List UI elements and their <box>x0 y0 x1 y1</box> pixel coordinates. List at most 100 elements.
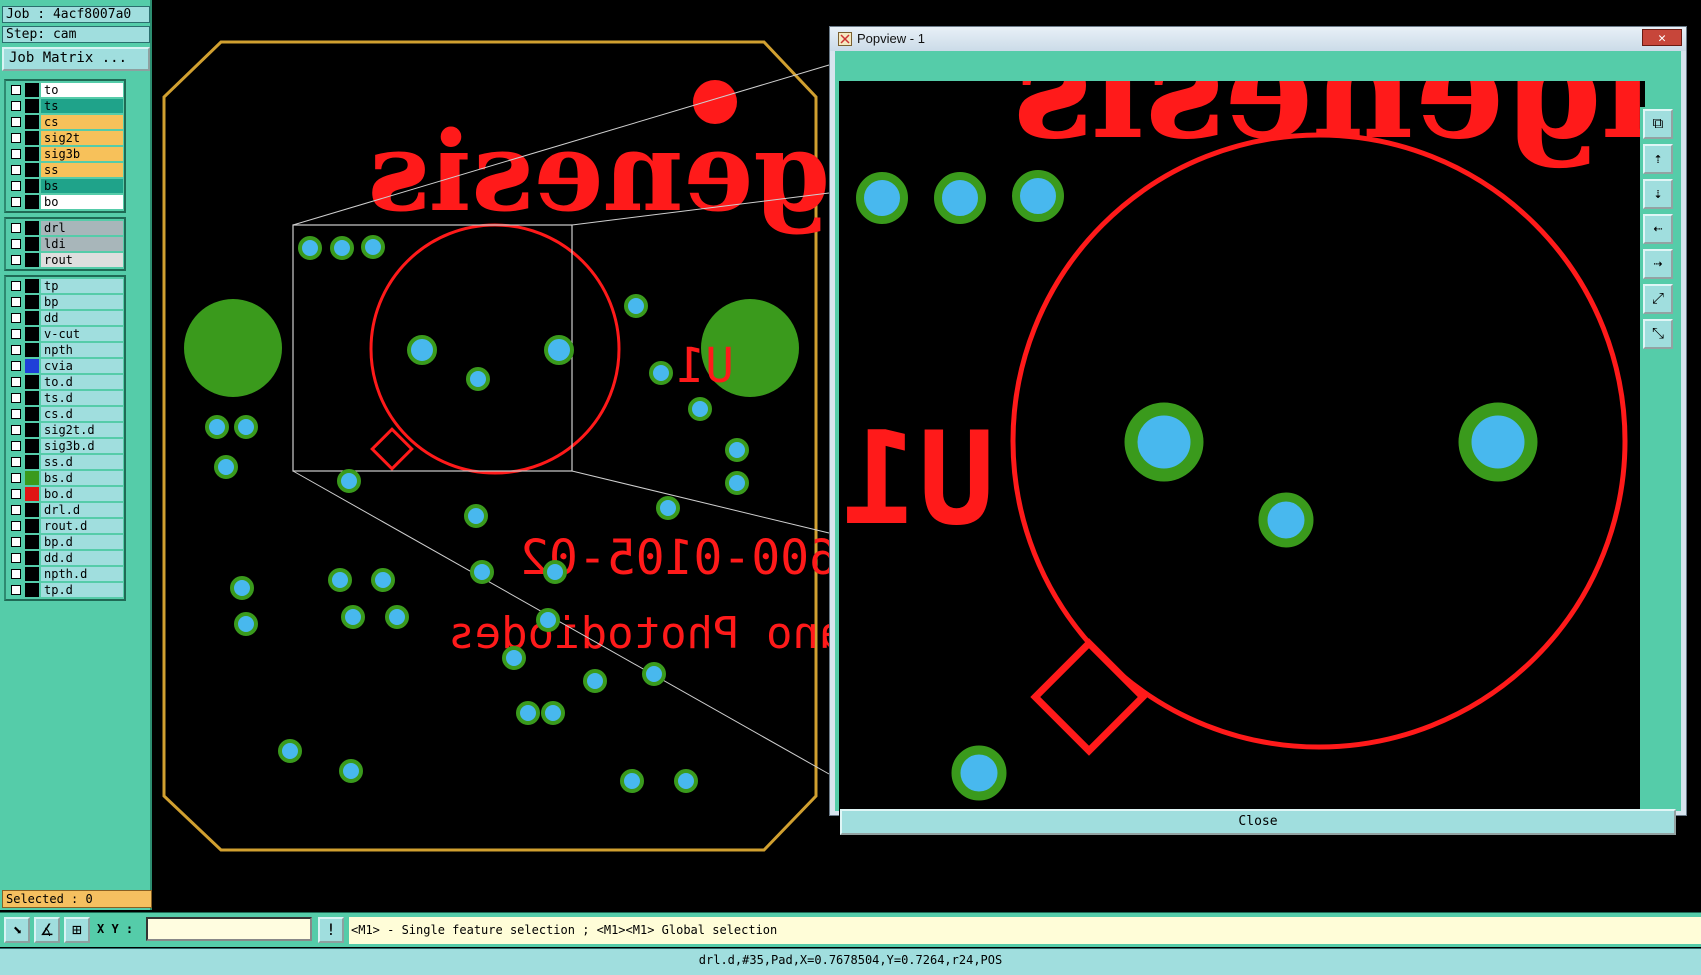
layer-name[interactable]: rout <box>41 253 123 267</box>
layer-name[interactable]: sig2t.d <box>41 423 123 437</box>
layer-name[interactable]: ss <box>41 163 123 177</box>
layer-name[interactable]: drl <box>41 221 123 235</box>
layer-checkbox[interactable] <box>11 505 21 515</box>
layer-color-swatch[interactable] <box>25 327 39 341</box>
layer-name[interactable]: bo <box>41 195 123 209</box>
layer-name[interactable]: to <box>41 83 123 97</box>
layer-name[interactable]: cvia <box>41 359 123 373</box>
layer-color-swatch[interactable] <box>25 391 39 405</box>
layer-row-cs[interactable]: cs <box>6 114 124 130</box>
layer-checkbox[interactable] <box>11 553 21 563</box>
layer-checkbox[interactable] <box>11 489 21 499</box>
layer-row-sig3b[interactable]: sig3b <box>6 146 124 162</box>
layer-checkbox[interactable] <box>11 393 21 403</box>
layer-color-swatch[interactable] <box>25 503 39 517</box>
layer-row-tp[interactable]: tp <box>6 278 124 294</box>
popview-titlebar[interactable]: Popview - 1 ✕ <box>830 27 1686 51</box>
layer-checkbox[interactable] <box>11 377 21 387</box>
layer-name[interactable]: npth.d <box>41 567 123 581</box>
layer-name[interactable]: tp.d <box>41 583 123 597</box>
select-arrow-icon[interactable]: ⬊ <box>4 917 30 943</box>
layer-row-drl[interactable]: drl <box>6 220 124 236</box>
layer-name[interactable]: sig2t <box>41 131 123 145</box>
layer-name[interactable]: bp <box>41 295 123 309</box>
layer-name[interactable]: sig3b.d <box>41 439 123 453</box>
pan-right-icon[interactable]: ⇢ <box>1643 249 1673 279</box>
layer-checkbox[interactable] <box>11 569 21 579</box>
layer-row-ss-d[interactable]: ss.d <box>6 454 124 470</box>
zoom-out-icon[interactable]: ⤡ <box>1643 319 1673 349</box>
layer-checkbox[interactable] <box>11 297 21 307</box>
layer-row-tp-d[interactable]: tp.d <box>6 582 124 598</box>
layer-color-swatch[interactable] <box>25 551 39 565</box>
layer-name[interactable]: tp <box>41 279 123 293</box>
layer-checkbox[interactable] <box>11 133 21 143</box>
layer-row-dd-d[interactable]: dd.d <box>6 550 124 566</box>
layer-name[interactable]: to.d <box>41 375 123 389</box>
layer-name[interactable]: ts.d <box>41 391 123 405</box>
layer-color-swatch[interactable] <box>25 115 39 129</box>
layer-row-ss[interactable]: ss <box>6 162 124 178</box>
layer-checkbox[interactable] <box>11 425 21 435</box>
layer-name[interactable]: dd <box>41 311 123 325</box>
layer-row-rout[interactable]: rout <box>6 252 124 268</box>
layer-color-swatch[interactable] <box>25 163 39 177</box>
exclamation-icon[interactable]: ! <box>318 917 344 943</box>
layer-color-swatch[interactable] <box>25 253 39 267</box>
zoom-view-canvas[interactable]: igenesis U1 <box>839 81 1645 829</box>
layer-row-npth-d[interactable]: npth.d <box>6 566 124 582</box>
layer-checkbox[interactable] <box>11 441 21 451</box>
layer-row-sig2t-d[interactable]: sig2t.d <box>6 422 124 438</box>
layer-checkbox[interactable] <box>11 149 21 159</box>
xy-input[interactable] <box>146 917 312 941</box>
layer-color-swatch[interactable] <box>25 439 39 453</box>
layer-color-swatch[interactable] <box>25 535 39 549</box>
layer-checkbox[interactable] <box>11 329 21 339</box>
layer-color-swatch[interactable] <box>25 99 39 113</box>
layer-row-ts[interactable]: ts <box>6 98 124 114</box>
job-matrix-button[interactable]: Job Matrix ... <box>2 47 150 71</box>
layer-color-swatch[interactable] <box>25 359 39 373</box>
layer-color-swatch[interactable] <box>25 237 39 251</box>
window-close-button[interactable]: ✕ <box>1642 29 1682 46</box>
layer-row-rout-d[interactable]: rout.d <box>6 518 124 534</box>
layer-color-swatch[interactable] <box>25 279 39 293</box>
layer-color-swatch[interactable] <box>25 519 39 533</box>
layer-name[interactable]: bs <box>41 179 123 193</box>
layer-color-swatch[interactable] <box>25 407 39 421</box>
layer-checkbox[interactable] <box>11 197 21 207</box>
layer-color-swatch[interactable] <box>25 487 39 501</box>
layer-name[interactable]: ss.d <box>41 455 123 469</box>
zoom-fit-icon[interactable]: ⧉ <box>1643 109 1673 139</box>
layer-checkbox[interactable] <box>11 165 21 175</box>
layer-row-sig3b-d[interactable]: sig3b.d <box>6 438 124 454</box>
layer-checkbox[interactable] <box>11 409 21 419</box>
layer-name[interactable]: v-cut <box>41 327 123 341</box>
layer-row-bp-d[interactable]: bp.d <box>6 534 124 550</box>
layer-color-swatch[interactable] <box>25 131 39 145</box>
layer-color-swatch[interactable] <box>25 583 39 597</box>
layer-row-bp[interactable]: bp <box>6 294 124 310</box>
layer-row-drl-d[interactable]: drl.d <box>6 502 124 518</box>
layer-row-npth[interactable]: npth <box>6 342 124 358</box>
layer-row-ts-d[interactable]: ts.d <box>6 390 124 406</box>
layer-color-swatch[interactable] <box>25 295 39 309</box>
layer-row-v-cut[interactable]: v-cut <box>6 326 124 342</box>
layer-name[interactable]: cs.d <box>41 407 123 421</box>
popview-close-button[interactable]: Close <box>840 809 1676 835</box>
layer-checkbox[interactable] <box>11 361 21 371</box>
layer-checkbox[interactable] <box>11 345 21 355</box>
layer-row-bo[interactable]: bo <box>6 194 124 210</box>
layer-row-bs-d[interactable]: bs.d <box>6 470 124 486</box>
layer-row-sig2t[interactable]: sig2t <box>6 130 124 146</box>
zoom-in-icon[interactable]: ⤢ <box>1643 284 1673 314</box>
layer-color-swatch[interactable] <box>25 221 39 235</box>
layer-color-swatch[interactable] <box>25 567 39 581</box>
layer-row-to[interactable]: to <box>6 82 124 98</box>
layer-color-swatch[interactable] <box>25 147 39 161</box>
layer-row-cs-d[interactable]: cs.d <box>6 406 124 422</box>
measure-icon[interactable]: ∡ <box>34 917 60 943</box>
layer-name[interactable]: npth <box>41 343 123 357</box>
layer-checkbox[interactable] <box>11 101 21 111</box>
layer-checkbox[interactable] <box>11 473 21 483</box>
